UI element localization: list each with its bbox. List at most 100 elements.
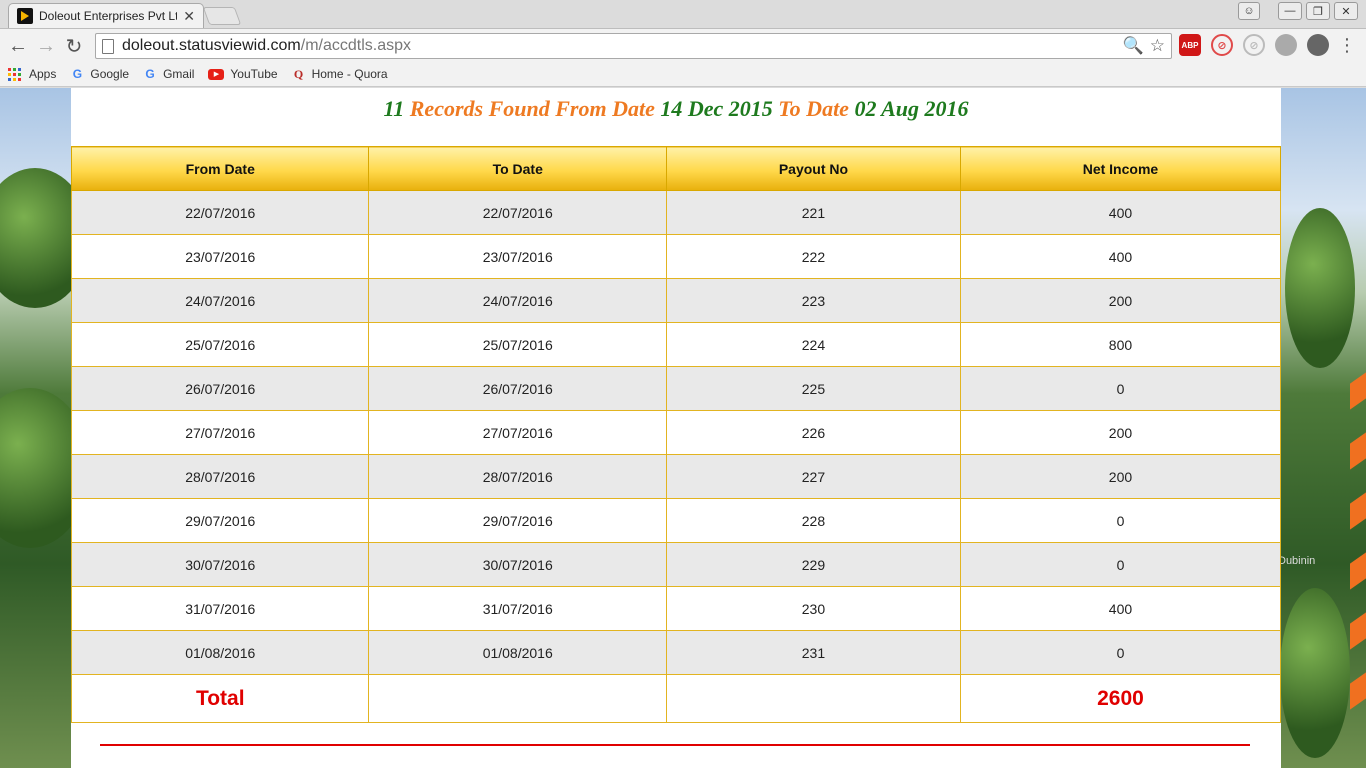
background-stripe (1350, 552, 1366, 590)
address-bar[interactable]: doleout.statusviewid.com/m/accdtls.aspx … (95, 33, 1172, 59)
background-stripe (1350, 372, 1366, 410)
table-row: 24/07/2016 24/07/2016 223 200 (70, 278, 1282, 323)
table-cell: 30/07/2016 (70, 542, 370, 587)
page-viewport[interactable]: Dubinin 11 Records Found From Date 14 De… (0, 88, 1366, 768)
table-row: 01/08/2016 01/08/2016 231 0 (70, 630, 1282, 675)
bookmark-google[interactable]: G Google (70, 67, 129, 81)
bookmark-star-icon[interactable]: ☆ (1150, 36, 1165, 56)
table-cell: 800 (959, 322, 1282, 367)
table-cell: 400 (959, 586, 1282, 631)
bookmark-gmail[interactable]: G Gmail (143, 67, 194, 81)
close-window-icon[interactable]: ✕ (1334, 2, 1358, 20)
table-row: 28/07/2016 28/07/2016 227 200 (70, 454, 1282, 499)
table-cell: 28/07/2016 (368, 454, 667, 499)
table-cell: 31/07/2016 (70, 586, 370, 631)
table-cell: 225 (665, 366, 961, 411)
column-header: From Date (70, 146, 370, 191)
table-cell: 400 (959, 234, 1282, 279)
column-header: To Date (368, 146, 667, 191)
record-count: 11 (383, 96, 405, 121)
table-cell: 01/08/2016 (70, 630, 370, 675)
quora-icon: Q (293, 66, 304, 81)
menu-icon[interactable]: ⋮ (1338, 35, 1356, 56)
table-cell: 22/07/2016 (70, 190, 370, 235)
table-cell: 23/07/2016 (70, 234, 370, 279)
table-cell: 26/07/2016 (368, 366, 667, 411)
column-header: Net Income (959, 146, 1282, 191)
browser-tab[interactable]: Doleout Enterprises Pvt Lt ✕ (8, 3, 204, 28)
table-cell: 25/07/2016 (368, 322, 667, 367)
bookmark-label: Apps (29, 67, 57, 81)
table-cell: 231 (665, 630, 961, 675)
divider-line (100, 744, 1250, 746)
table-row: 31/07/2016 31/07/2016 230 400 (70, 586, 1282, 631)
background-stripe (1350, 672, 1366, 710)
table-cell: 27/07/2016 (368, 410, 667, 455)
bookmark-quora[interactable]: Q Home - Quora (292, 66, 388, 82)
table-row: 26/07/2016 26/07/2016 225 0 (70, 366, 1282, 411)
user-profile-icon[interactable]: ☺ (1238, 2, 1260, 20)
table-row: 27/07/2016 27/07/2016 226 200 (70, 410, 1282, 455)
heading-text-from: Records Found From Date (409, 96, 655, 121)
bookmark-label: YouTube (230, 67, 278, 81)
bookmark-label: Home - Quora (311, 67, 388, 81)
table-cell: 226 (665, 410, 961, 455)
window-controls: ☺ — ❐ ✕ (1238, 2, 1358, 20)
minimize-icon[interactable]: — (1278, 2, 1302, 20)
table-cell: 0 (959, 542, 1282, 587)
url-host: doleout.statusviewid.com (122, 37, 301, 54)
film-reel-icon[interactable] (1307, 34, 1329, 56)
table-cell: 400 (959, 190, 1282, 235)
table-cell: 28/07/2016 (70, 454, 370, 499)
table-cell: 26/07/2016 (70, 366, 370, 411)
adblock-plus-icon[interactable]: ABP (1179, 34, 1201, 56)
table-row: 30/07/2016 30/07/2016 229 0 (70, 542, 1282, 587)
bookmark-apps[interactable]: Apps (8, 67, 56, 81)
table-cell: 229 (665, 542, 961, 587)
forward-icon[interactable]: → (34, 34, 58, 58)
table-cell: 200 (959, 278, 1282, 323)
table-cell: 0 (959, 498, 1282, 543)
new-tab-button[interactable] (202, 7, 242, 25)
table-cell: 223 (665, 278, 961, 323)
table-row: 22/07/2016 22/07/2016 221 400 (70, 190, 1282, 235)
reload-icon[interactable]: ↻ (62, 34, 86, 58)
heading-text-to: To Date (778, 96, 849, 121)
table-cell: 29/07/2016 (368, 498, 667, 543)
total-row: Total 2600 (70, 674, 1282, 723)
table-cell: 230 (665, 586, 961, 631)
background-stripe (1350, 432, 1366, 470)
table-cell: 24/07/2016 (70, 278, 370, 323)
url-text: doleout.statusviewid.com/m/accdtls.aspx (122, 37, 411, 55)
background-stripe (1350, 492, 1366, 530)
to-date-value: 02 Aug 2016 (854, 96, 969, 121)
table-row: 23/07/2016 23/07/2016 222 400 (70, 234, 1282, 279)
background-tree (1280, 588, 1350, 758)
zoom-icon[interactable]: 🔍 (1123, 36, 1144, 56)
blocker-extension-icon[interactable]: ⊘ (1211, 34, 1233, 56)
extension-icon[interactable] (1275, 34, 1297, 56)
total-label: Total (70, 674, 370, 723)
table-cell: 29/07/2016 (70, 498, 370, 543)
total-value: 2600 (959, 674, 1282, 723)
close-tab-icon[interactable]: ✕ (183, 8, 195, 25)
table-cell: 22/07/2016 (368, 190, 667, 235)
table-cell: 0 (959, 630, 1282, 675)
table-cell: 25/07/2016 (70, 322, 370, 367)
table-cell: 221 (665, 190, 961, 235)
background-credit: Dubinin (1278, 555, 1316, 567)
site-favicon-icon (17, 8, 33, 24)
tab-title: Doleout Enterprises Pvt Lt (39, 9, 178, 23)
bookmark-youtube[interactable]: ▶ YouTube (208, 67, 278, 81)
disabled-extension-icon[interactable]: ⊘ (1243, 34, 1265, 56)
adblock-label: ABP (1181, 40, 1199, 50)
main-content: 11 Records Found From Date 14 Dec 2015 T… (70, 88, 1282, 768)
table-cell: 224 (665, 322, 961, 367)
google-icon: G (145, 67, 155, 81)
table-cell: 27/07/2016 (70, 410, 370, 455)
restore-icon[interactable]: ❐ (1306, 2, 1330, 20)
payout-table: From Date To Date Payout No Net Income 2… (70, 146, 1282, 723)
empty-cell (368, 674, 667, 723)
back-icon[interactable]: ← (6, 34, 30, 58)
records-heading: 11 Records Found From Date 14 Dec 2015 T… (71, 96, 1281, 122)
